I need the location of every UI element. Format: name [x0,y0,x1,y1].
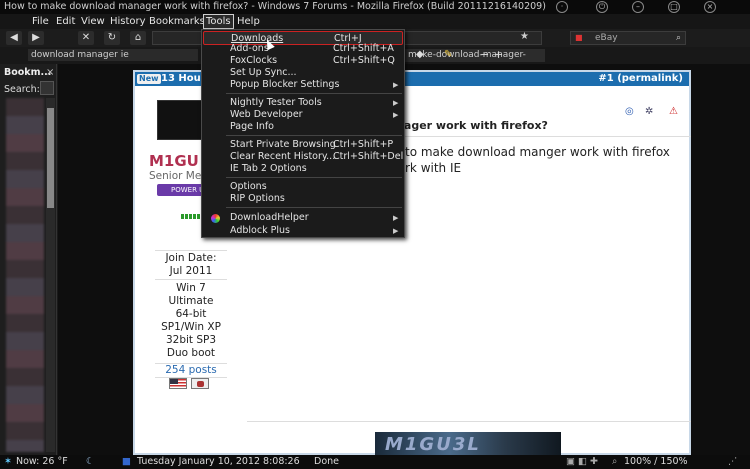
menu-item-rip-options[interactable]: RIP Options [203,193,403,205]
window-title: How to make download manager work with f… [4,1,546,12]
submenu-arrow-icon: ▶ [393,111,399,119]
submenu-arrow-icon: ▶ [393,81,399,89]
join-date-box: Join Date: Jul 2011 [155,250,227,280]
menu-item-add-ons[interactable]: Add-ons Ctrl+Shift+A [203,43,403,55]
menu-history[interactable]: History [110,14,146,29]
spec-line: Ultimate [168,295,214,307]
addon-bar-icons[interactable]: ▣ ◧ ✚ [566,455,598,469]
flag-icon: ■ [122,456,131,467]
tools-dropdown-menu: Downloads Ctrl+J Add-ons Ctrl+Shift+A FoxC… [201,29,405,238]
warning-icon[interactable]: ⚠ [669,106,678,117]
sidebar-bookmark-list[interactable] [6,98,44,452]
search-input[interactable]: ■ eBay ⌕ [570,31,686,45]
spec-line: Win 7 [176,282,206,294]
report-icon[interactable]: ◎ [625,106,634,117]
username[interactable]: M1GU [149,152,199,170]
signature-banner: M1GU3L [375,432,561,457]
zoom-level[interactable]: 100% / 150% [624,455,688,469]
reload-icon[interactable]: ↻ [104,31,120,45]
power-icon[interactable]: ⏻ [596,1,608,13]
moon-icon: ☾ [86,456,95,467]
close-window-icon[interactable]: × [704,1,716,13]
zoom-out-button[interactable]: − [480,48,489,61]
zoom-icon: ⌕ [612,456,618,467]
menu-separator [226,177,402,178]
page-tab-title[interactable]: make-download-manager- [405,49,545,62]
minimize-icon[interactable]: – [632,1,644,13]
california-flag-icon [191,378,209,389]
menu-item-page-info[interactable]: Page Info [203,121,403,133]
menu-separator [226,93,402,94]
post-count[interactable]: 254 posts [155,363,227,378]
addon-icon[interactable]: ◆ [416,49,424,60]
menu-bookmarks[interactable]: Bookmarks [149,14,205,29]
spec-line: Duo boot [166,347,216,359]
menu-item-adblock-plus[interactable]: Adblock Plus ▶ [203,225,403,237]
bookmarks-sidebar: Bookm... × Search: [0,64,57,455]
new-badge: New [137,74,161,84]
menu-item-nightly-tester-tools[interactable]: Nightly Tester Tools ▶ [203,97,403,109]
system-specs: Win 7 Ultimate 64-bit SP1/Win XP 32bit S… [155,282,227,360]
join-date-label: Join Date: [165,252,217,264]
menu-tools[interactable]: Tools [203,14,234,29]
home-icon[interactable]: ⌂ [130,31,146,45]
stop-icon[interactable]: ✕ [78,31,94,45]
maximize-icon[interactable]: □ [668,1,680,13]
menu-item-foxclocks[interactable]: FoxClocks Ctrl+Shift+Q [203,55,403,67]
window-menu-icon[interactable]: · [556,1,568,13]
bookmark-url-field[interactable]: download manager ie [28,49,198,61]
menu-item-private-browsing[interactable]: Start Private Browsing Ctrl+Shift+P [203,139,403,151]
menu-edit[interactable]: Edit [56,14,75,29]
downloadhelper-icon [211,214,220,223]
share-icon[interactable]: ✲ [645,106,653,117]
menu-item-web-developer[interactable]: Web Developer ▶ [203,109,403,121]
status-bar: ✶ Now: 26 °F ☾ ■ Tuesday January 10, 201… [0,455,750,469]
submenu-arrow-icon: ▶ [393,99,399,107]
menu-item-ie-tab-options[interactable]: IE Tab 2 Options [203,163,403,175]
spec-line: 64-bit [175,308,207,320]
menu-bar: File Edit View History Bookmarks Tools H… [0,14,750,29]
foxclocks-icon[interactable]: ✶ [4,455,12,469]
reputation-bar [181,214,203,219]
permalink[interactable]: #1 (permalink) [598,72,683,86]
weather-readout[interactable]: Now: 26 °F [16,455,68,469]
ebay-icon: ■ [575,33,583,42]
menu-item-options[interactable]: Options [203,181,403,193]
back-button[interactable]: ◀ [6,31,22,45]
sidebar-search-label: Search: [4,84,40,95]
submenu-arrow-icon: ▶ [393,214,399,222]
menu-item-set-up-sync[interactable]: Set Up Sync... [203,67,403,79]
spec-line: 32bit SP3 [165,334,217,346]
join-date-value: Jul 2011 [169,265,213,277]
signature-divider [247,421,691,422]
resize-grip-icon[interactable]: ⋰ [728,455,738,469]
sidebar-scrollbar[interactable] [46,98,55,452]
menu-separator [226,135,402,136]
sidebar-close-icon[interactable]: × [46,67,54,78]
zoom-in-button[interactable]: + [494,48,503,61]
menu-item-downloadhelper[interactable]: DownloadHelper ▶ [203,212,403,224]
spec-line: SP1/Win XP [161,321,221,333]
menu-view[interactable]: View [81,14,105,29]
scrollbar-thumb[interactable] [47,108,54,208]
search-placeholder: eBay [595,33,618,43]
status-text: Done [314,456,339,467]
power-user-badge: POWER U [157,184,205,196]
sidebar-title: Bookm... [4,67,52,78]
menu-item-clear-history[interactable]: Clear Recent History... Ctrl+Shift+Del [203,151,403,163]
menu-file[interactable]: File [32,14,49,29]
date-time: Tuesday January 10, 2012 8:08:26 [137,456,300,467]
menu-item-popup-blocker[interactable]: Popup Blocker Settings ▶ [203,79,403,91]
menu-separator [226,207,402,208]
us-flag-icon [169,378,187,389]
window-title-bar: How to make download manager work with f… [0,0,750,14]
search-icon[interactable]: ⌕ [676,32,681,44]
pencil-icon[interactable]: ✎ [444,49,452,60]
post-action-icons: ◎ ✲ ⚠ [625,106,689,120]
bookmark-star-icon[interactable]: ★ [520,31,529,42]
submenu-arrow-icon: ▶ [393,227,399,235]
menu-help[interactable]: Help [237,14,260,29]
sidebar-search-input[interactable] [40,81,54,95]
forward-button[interactable]: ▶ [28,31,44,45]
